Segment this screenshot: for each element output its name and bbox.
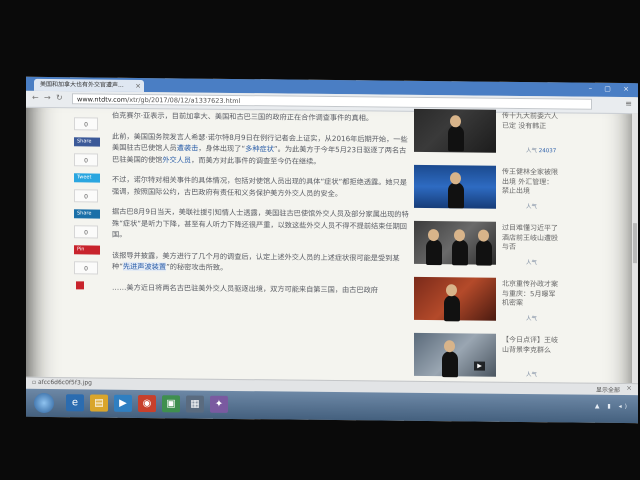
facebook-share-button[interactable]: Share bbox=[74, 137, 100, 147]
share-count: 0 bbox=[74, 153, 98, 167]
forward-icon[interactable]: → bbox=[44, 93, 51, 102]
share-count: 0 bbox=[74, 117, 98, 131]
chrome-icon[interactable]: ◉ bbox=[138, 394, 156, 413]
views-label: 人气 bbox=[526, 148, 538, 155]
news-thumbnail[interactable] bbox=[414, 108, 496, 153]
browser-menu-icon[interactable]: ≡ bbox=[625, 99, 632, 108]
twitter-share-button[interactable]: Tweet bbox=[74, 173, 100, 183]
share-count: 0 bbox=[74, 225, 98, 239]
scrollbar-thumb[interactable] bbox=[633, 223, 637, 264]
article-paragraph: 据古巴8月9日当天，美联社援引知情人士透露，美国驻古巴使馆外交人员及部分家属出现… bbox=[112, 206, 409, 239]
views-count: 人气 bbox=[526, 202, 537, 210]
play-icon[interactable]: ▶ bbox=[474, 361, 485, 371]
windows-taskbar: e ▤ ▶ ◉ ▣ ▦ ✦ ▲ ▮ ◂) bbox=[26, 388, 638, 424]
tab-title: 美国和加拿大也有外交官遭声... bbox=[40, 80, 124, 89]
app-icon[interactable]: ▦ bbox=[186, 395, 204, 413]
back-icon[interactable]: ← bbox=[32, 93, 39, 102]
views-label: 人气 bbox=[526, 316, 538, 323]
person-face bbox=[478, 229, 489, 242]
article-paragraph: ……美方近日将两名古巴驻美外交人员驱逐出境，双方可能来自第三国，由古巴政府 bbox=[112, 282, 378, 294]
news-thumbnail[interactable] bbox=[414, 276, 496, 322]
more-share-icon[interactable] bbox=[76, 281, 84, 290]
views-number: 24037 bbox=[538, 148, 557, 155]
window-controls[interactable]: – ▢ × bbox=[589, 85, 634, 93]
url-path: /xtr/gb/2017/08/12/a1337623.html bbox=[127, 95, 241, 106]
views-count: 人气 bbox=[526, 370, 537, 378]
news-thumbnail[interactable] bbox=[414, 220, 496, 266]
related-item-title[interactable]: 北京重传孙政才案与重庆：5月曝军机密案 bbox=[502, 280, 558, 309]
article-paragraph: 不过，诺尔特对相关事件的具体情况，包括对使馆人员出现的具体“症状”都拒绝透露。她… bbox=[112, 174, 407, 198]
views-label: 人气 bbox=[526, 204, 538, 211]
system-tray[interactable]: ▲ ▮ ◂) bbox=[595, 403, 630, 410]
text-run: ，而美方对此事件的调查至今仍在继续。 bbox=[191, 155, 321, 166]
person-face bbox=[444, 340, 455, 353]
related-item[interactable]: 传王健林全家被限出境 外汇管理：禁止出境 人气 bbox=[414, 163, 632, 217]
views-label: 人气 bbox=[526, 260, 538, 267]
linkedin-share-button[interactable]: Share bbox=[74, 209, 100, 219]
related-news-sidebar: 传十九大前委六人已定 没有韩正 人气 24037 传王健林全家被限出境 外汇管理… bbox=[414, 107, 632, 389]
person-figure bbox=[452, 239, 468, 266]
page-scrollbar[interactable] bbox=[632, 113, 638, 394]
share-count: 0 bbox=[74, 261, 98, 275]
related-item-title[interactable]: 传王健林全家被限出境 外汇管理：禁止出境 bbox=[502, 168, 558, 197]
person-figure bbox=[476, 239, 492, 266]
views-label: 人气 bbox=[526, 372, 538, 379]
downloaded-file[interactable]: ▫ afcc6d6c0f5f3.jpg bbox=[32, 379, 92, 387]
reload-icon[interactable]: ↻ bbox=[56, 93, 63, 102]
ie-icon[interactable]: e bbox=[66, 394, 84, 412]
person-figure bbox=[444, 295, 460, 322]
related-item-title[interactable]: 【今日点评】王岐山背景李克群么 bbox=[502, 336, 558, 356]
text-run: ”的秘密攻击所致。 bbox=[166, 262, 228, 272]
browser-tab[interactable]: 美国和加拿大也有外交官遭声... × bbox=[34, 78, 144, 93]
person-figure bbox=[442, 351, 458, 378]
tab-close-icon[interactable]: × bbox=[135, 80, 141, 92]
media-icon[interactable]: ▶ bbox=[114, 394, 132, 412]
app-icon[interactable]: ▣ bbox=[162, 395, 180, 413]
article-paragraph: 此前，美国国务院发言人希瑟·诺尔特8月9日在例行记者会上证实，从2016年后期开… bbox=[112, 130, 412, 168]
article-link[interactable]: 先进声波装置 bbox=[122, 261, 167, 272]
person-figure bbox=[448, 125, 464, 152]
person-figure bbox=[426, 238, 442, 266]
article-body: 伯克赛尔·亚表示，目前加拿大、美国和古巴三国的政府正在合作调查事件的真相。 此前… bbox=[112, 110, 412, 305]
folder-icon[interactable]: ▤ bbox=[90, 394, 108, 412]
person-face bbox=[428, 229, 439, 242]
person-face bbox=[450, 115, 461, 128]
article-link[interactable]: 多种症状 bbox=[245, 144, 274, 153]
text-run: ，身体出现了“ bbox=[198, 143, 246, 154]
news-thumbnail[interactable] bbox=[414, 164, 496, 209]
views-count: 人气 bbox=[526, 258, 537, 266]
article-paragraph: 伯克赛尔·亚表示，目前加拿大、美国和古巴三国的政府正在合作调查事件的真相。 bbox=[112, 110, 374, 123]
article-link[interactable]: 遭袭击 bbox=[177, 143, 199, 152]
related-item[interactable]: 传十九大前委六人已定 没有韩正 人气 24037 bbox=[414, 107, 632, 161]
related-item-title[interactable]: 过目难懂习近平了 酒店前王岐山遭殴与否 bbox=[502, 224, 558, 253]
app-icon[interactable]: ✦ bbox=[210, 395, 228, 413]
related-item[interactable]: 过目难懂习近平了 酒店前王岐山遭殴与否 人气 bbox=[414, 219, 632, 273]
pinterest-share-button[interactable]: Pin bbox=[74, 245, 100, 255]
article-link[interactable]: 外交人员 bbox=[162, 155, 191, 164]
related-item-title[interactable]: 传十九大前委六人已定 没有韩正 bbox=[502, 112, 558, 132]
share-count: 0 bbox=[74, 189, 98, 203]
person-face bbox=[454, 229, 465, 242]
related-item[interactable]: 北京重传孙政才案与重庆：5月曝军机密案 人气 bbox=[414, 275, 632, 329]
news-thumbnail[interactable]: ▶ bbox=[414, 332, 496, 378]
url-host: www.ntdtv.com bbox=[77, 95, 128, 104]
article-paragraph: 该报导并披露，美方进行了几个月的调查后，认定上述外交人员的上述症状很可能是受到某… bbox=[112, 249, 412, 275]
views-count: 人气 24037 bbox=[526, 146, 556, 154]
person-face bbox=[446, 284, 457, 297]
share-column: 0 Share 0 Tweet 0 Share 0 Pin 0 bbox=[74, 117, 104, 290]
person-face bbox=[450, 172, 461, 185]
person-figure bbox=[448, 182, 464, 209]
laptop-screen: 美国和加拿大也有外交官遭声... × – ▢ × ← → ↻ www.ntdtv… bbox=[26, 76, 638, 424]
close-download-bar-icon[interactable]: × bbox=[626, 384, 632, 392]
show-all-downloads-link[interactable]: 显示全部 bbox=[596, 385, 620, 394]
start-button[interactable] bbox=[34, 392, 54, 414]
related-item[interactable]: ▶ 【今日点评】王岐山背景李克群么 人气 bbox=[414, 331, 632, 385]
views-count: 人气 bbox=[526, 314, 537, 322]
